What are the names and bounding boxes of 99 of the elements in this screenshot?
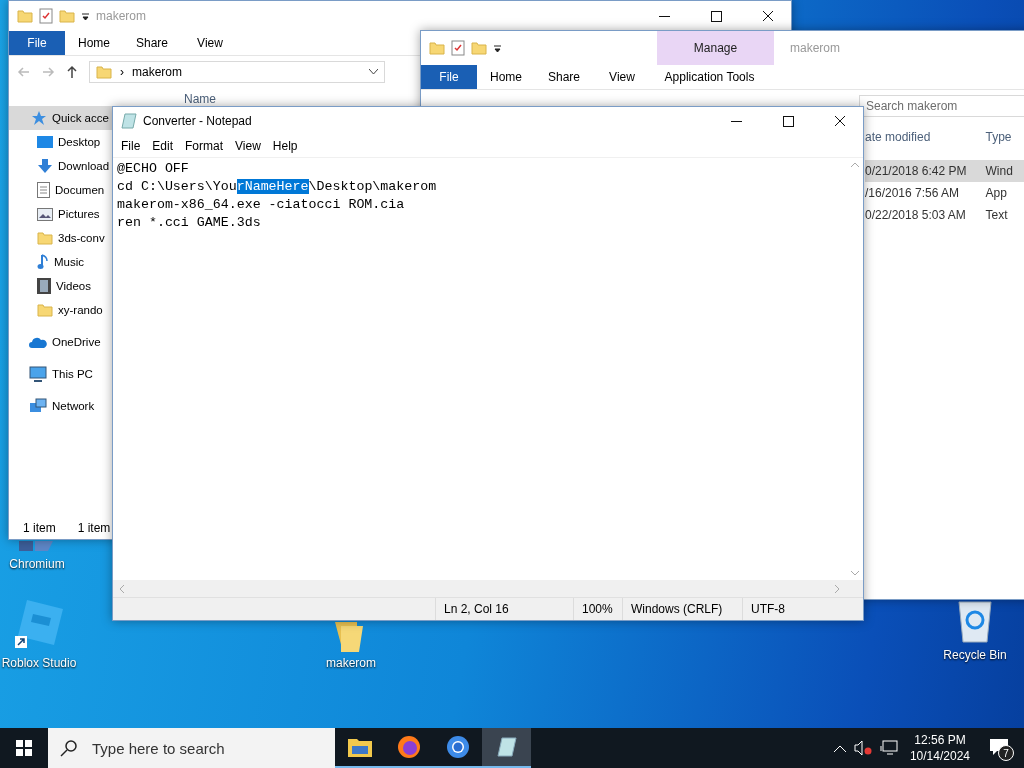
nav-item[interactable]: Download — [9, 154, 112, 178]
menu-item[interactable]: View — [229, 139, 267, 153]
properties-icon[interactable] — [39, 8, 53, 24]
folder-icon — [96, 64, 112, 80]
file-row[interactable]: /16/2016 7:56 AM App — [865, 182, 1024, 204]
column-header[interactable]: ate modified — [865, 130, 986, 144]
ribbon-tab[interactable]: Application Tools — [651, 65, 768, 89]
status-text: Windows (CRLF) — [631, 602, 723, 616]
address-path: makerom — [132, 65, 182, 79]
chevron-down-icon[interactable] — [369, 69, 378, 75]
dropdown-icon[interactable] — [81, 11, 90, 21]
clock[interactable]: 12:56 PM 10/14/2024 — [905, 732, 974, 764]
desktop-icon — [37, 135, 53, 149]
nav-item[interactable]: Desktop — [9, 130, 112, 154]
menu-item[interactable]: Edit — [146, 139, 180, 153]
menu-item[interactable]: Help — [266, 139, 304, 153]
file-tab[interactable]: File — [421, 65, 477, 89]
file-row[interactable]: 0/22/2018 5:03 AM Text — [865, 204, 1024, 226]
status-text: 1 item — [77, 521, 111, 535]
file-row[interactable]: 0/21/2018 6:42 PM Wind — [865, 160, 1024, 182]
pictures-icon — [37, 207, 53, 221]
text-line: ren *.cci GAME.3ds — [117, 214, 262, 232]
film-icon — [37, 278, 51, 294]
notification-badge: 7 — [998, 745, 1014, 761]
star-icon — [31, 110, 47, 126]
nav-item[interactable]: Network — [9, 394, 112, 418]
recycle-bin-icon[interactable] — [955, 598, 995, 644]
chromium-icon — [445, 735, 470, 759]
network-monitor-icon[interactable] — [879, 740, 898, 756]
minimize-icon — [730, 120, 742, 122]
window-title: Converter - Notepad — [143, 114, 252, 128]
nav-item[interactable]: Pictures — [9, 202, 112, 226]
search-field[interactable]: Search makerom — [859, 95, 1024, 117]
music-note-icon — [37, 254, 49, 270]
document-icon — [37, 182, 50, 198]
chevron-up-icon[interactable] — [833, 744, 846, 752]
download-icon — [37, 158, 53, 174]
folder-icon — [17, 8, 33, 24]
nav-item[interactable]: This PC — [9, 362, 112, 386]
window-title: makerom — [96, 9, 146, 23]
taskbar-app-button[interactable] — [482, 728, 531, 768]
scroll-up-icon[interactable] — [850, 162, 859, 167]
notification-button[interactable]: 7 — [982, 733, 1016, 763]
address-bar[interactable]: › makerom — [89, 61, 385, 83]
notepad-icon — [495, 736, 518, 758]
search-icon — [60, 739, 78, 757]
close-icon — [762, 10, 774, 22]
ribbon-tab[interactable]: View — [181, 31, 239, 55]
maximize-icon — [782, 115, 794, 127]
ribbon-tab[interactable]: Home — [65, 31, 123, 55]
nav-item[interactable]: xy-rando — [9, 298, 112, 322]
ribbon-tab[interactable]: View — [593, 65, 651, 89]
nav-item[interactable]: Videos — [9, 274, 112, 298]
ribbon-tab[interactable]: Share — [123, 31, 181, 55]
context-tab-label: Manage — [693, 41, 738, 55]
column-header[interactable]: Type — [985, 130, 1024, 144]
nav-item[interactable]: Music — [9, 250, 112, 274]
column-header[interactable]: Name — [184, 92, 216, 106]
folder-icon — [429, 40, 445, 56]
dropdown-icon[interactable] — [493, 43, 502, 53]
maximize-icon — [710, 10, 722, 22]
desktop-icon-label[interactable]: Recycle Bin — [943, 648, 1007, 662]
properties-icon[interactable] — [451, 40, 465, 56]
minimize-icon — [658, 15, 670, 17]
up-arrow-icon[interactable] — [65, 65, 79, 79]
ribbon-tab[interactable]: Share — [535, 65, 593, 89]
path-separator: › — [120, 65, 124, 79]
firefox-icon — [396, 735, 421, 759]
cloud-icon — [29, 336, 47, 348]
status-text: UTF-8 — [751, 602, 785, 616]
menu-item[interactable]: Format — [179, 139, 230, 153]
monitor-icon — [29, 366, 47, 382]
network-icon — [29, 398, 47, 414]
status-text: 100% — [582, 602, 613, 616]
menu-item[interactable]: File — [115, 139, 147, 153]
nav-item[interactable]: Documen — [9, 178, 112, 202]
nav-item[interactable]: OneDrive — [9, 330, 112, 354]
nav-item[interactable]: Quick acce — [9, 106, 112, 130]
desktop-icon-label[interactable]: makerom — [326, 656, 376, 670]
status-text: Ln 2, Col 16 — [444, 602, 509, 616]
folder-icon — [37, 230, 53, 246]
muted-speaker-icon[interactable] — [853, 740, 872, 756]
notepad-icon — [121, 113, 137, 129]
taskbar-search-field[interactable]: Type here to search — [48, 728, 335, 768]
text-line: makerom-x86_64.exe -ciatocci ROM.cia — [117, 196, 406, 214]
close-icon — [834, 115, 846, 127]
status-text: 1 item — [23, 521, 56, 535]
windows-logo-icon — [16, 740, 32, 756]
folder-icon — [37, 302, 53, 318]
folder-icon — [347, 737, 372, 757]
window-title: makerom — [790, 41, 840, 55]
new-folder-icon — [59, 8, 75, 24]
text-line: cd C:\Users\YourNameHere\Desktop\makerom — [117, 178, 438, 196]
nav-item[interactable]: 3ds-conv — [9, 226, 112, 250]
file-tab[interactable]: File — [9, 31, 65, 55]
ribbon-tab[interactable]: Home — [477, 65, 535, 89]
text-line: @ECHO OFF — [117, 160, 190, 178]
new-folder-icon — [471, 40, 487, 56]
scroll-down-icon[interactable] — [850, 571, 859, 576]
